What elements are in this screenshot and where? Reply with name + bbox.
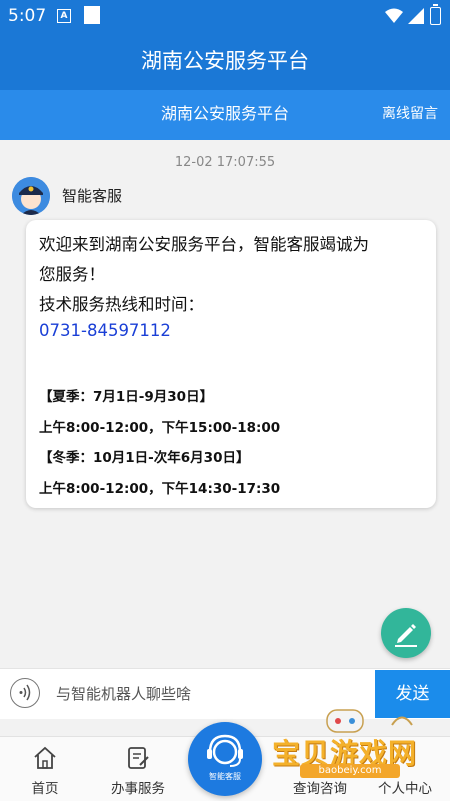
edit-pencil-icon (395, 624, 417, 647)
tab-label: 办事服务 (111, 781, 165, 797)
notification-icon: A (57, 9, 71, 23)
winter-hours: 上午8:00-12:00，下午14:30-17:30 (39, 481, 281, 497)
app-header: 湖南公安服务平台 (0, 32, 450, 90)
message-timestamp: 12-02 17:07:55 (174, 155, 276, 170)
offline-message-link[interactable]: 离线留言 (382, 90, 438, 138)
message-line: 技术服务热线和时间： (39, 295, 204, 314)
home-icon (34, 746, 56, 769)
wifi-icon (385, 8, 403, 23)
battery-icon (430, 4, 441, 25)
winter-season-label: 【冬季：10月1日-次年6月30日】 (39, 450, 250, 466)
headset-agent-icon (207, 734, 243, 767)
voice-wave-icon (19, 684, 31, 701)
page-title: 湖南公安服务平台 (141, 49, 309, 73)
status-time: 5:07 (8, 6, 47, 26)
notification-square-icon (84, 6, 100, 24)
agent-avatar (12, 177, 50, 215)
chat-subheader: 湖南公安服务平台 离线留言 (0, 90, 450, 140)
police-avatar-icon (12, 177, 50, 215)
summer-hours: 上午8:00-12:00，下午15:00-18:00 (39, 420, 281, 436)
tab-label: 智能客服 (209, 772, 241, 781)
hotline-phone-link[interactable]: 0731-84597112 (39, 321, 171, 340)
compose-button[interactable] (381, 608, 431, 658)
status-bar: 5:07 A (0, 0, 450, 32)
tab-label: 首页 (31, 781, 59, 797)
document-edit-icon (128, 747, 149, 769)
summer-season-label: 【夏季：7月1日-9月30日】 (39, 389, 214, 405)
signal-icon (408, 8, 424, 24)
tab-home[interactable]: 首页 (0, 737, 90, 801)
agent-name: 智能客服 (62, 187, 123, 205)
message-bubble: 欢迎来到湖南公安服务平台，智能客服竭诚为 您服务！ 技术服务热线和时间： 073… (26, 220, 436, 508)
message-line: 欢迎来到湖南公安服务平台，智能客服竭诚为 (39, 235, 369, 254)
tab-services[interactable]: 办事服务 (93, 737, 183, 801)
message-line: 您服务！ (39, 265, 105, 284)
tab-smart-service[interactable]: 智能客服 (188, 722, 262, 796)
watermark-url: baobeiy.com (300, 764, 400, 778)
voice-input-button[interactable] (10, 678, 40, 708)
